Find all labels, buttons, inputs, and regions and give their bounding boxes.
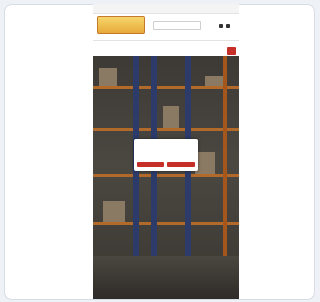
main-nav	[93, 40, 239, 47]
cart-icon[interactable]	[226, 24, 230, 28]
user-icon[interactable]	[219, 24, 223, 28]
top-bar	[93, 4, 239, 14]
settings-button[interactable]	[167, 162, 195, 167]
hero-banner	[93, 56, 239, 299]
site-header	[93, 14, 239, 38]
secondary-nav	[93, 47, 239, 55]
mobile-page-preview	[93, 4, 239, 299]
shelf-beam	[93, 174, 239, 177]
warehouse-box	[99, 68, 117, 86]
warehouse-box	[163, 106, 179, 128]
shelf-beam	[93, 86, 239, 89]
accept-button[interactable]	[137, 162, 164, 167]
warehouse-floor	[93, 256, 239, 299]
warehouse-box	[195, 152, 215, 174]
warehouse-box	[205, 76, 223, 86]
menu-icon[interactable]	[227, 47, 236, 55]
warehouse-box	[103, 201, 125, 222]
shelf-beam	[93, 128, 239, 131]
shelf-beam	[93, 222, 239, 225]
site-logo[interactable]	[97, 16, 145, 34]
search-input[interactable]	[153, 21, 201, 30]
cookie-consent-dialog	[134, 139, 198, 171]
